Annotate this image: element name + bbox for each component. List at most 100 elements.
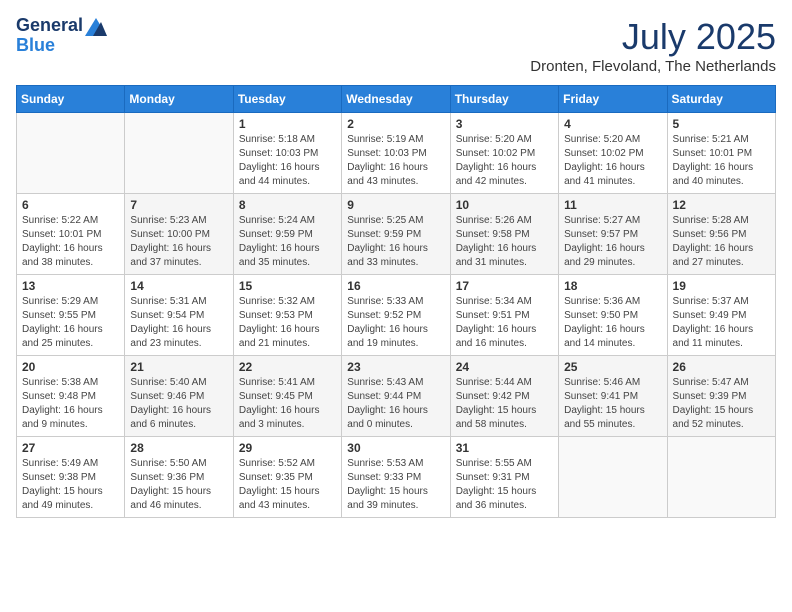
day-number: 5 <box>673 117 770 131</box>
calendar-cell: 7Sunrise: 5:23 AM Sunset: 10:00 PM Dayli… <box>125 194 233 275</box>
calendar-cell: 31Sunrise: 5:55 AM Sunset: 9:31 PM Dayli… <box>450 437 558 518</box>
calendar-cell: 16Sunrise: 5:33 AM Sunset: 9:52 PM Dayli… <box>342 275 450 356</box>
day-info: Sunrise: 5:55 AM Sunset: 9:31 PM Dayligh… <box>456 457 553 513</box>
day-info: Sunrise: 5:26 AM Sunset: 9:58 PM Dayligh… <box>456 214 553 270</box>
calendar-week-row: 13 Sunrise: 5:29 AM Sunset: 9:55 PM Dayli… <box>17 275 776 356</box>
calendar-cell: 6Sunrise: 5:22 AM Sunset: 10:01 PM Dayli… <box>17 194 125 275</box>
day-info: Sunrise: 5:23 AM Sunset: 10:00 PM Daylig… <box>130 214 227 270</box>
calendar-cell: 17Sunrise: 5:34 AM Sunset: 9:51 PM Dayli… <box>450 275 558 356</box>
day-info: Sunrise: 5:41 AM Sunset: 9:45 PM Dayligh… <box>239 376 336 432</box>
day-info: Sunrise: 5:21 AM Sunset: 10:01 PM Daylig… <box>673 133 770 189</box>
day-number: 10 <box>456 198 553 212</box>
calendar-cell: 26Sunrise: 5:47 AM Sunset: 9:39 PM Dayli… <box>667 356 775 437</box>
day-number: 20 <box>22 360 119 374</box>
weekday-header-tuesday: Tuesday <box>233 86 341 113</box>
calendar-week-row: 6Sunrise: 5:22 AM Sunset: 10:01 PM Dayli… <box>17 194 776 275</box>
day-info: Sunrise: 5:28 AM Sunset: 9:56 PM Dayligh… <box>673 214 770 270</box>
calendar-cell: 30 Sunrise: 5:53 AM Sunset: 9:33 PM Dayli… <box>342 437 450 518</box>
weekday-header-friday: Friday <box>559 86 667 113</box>
calendar-cell: 4 Sunrise: 5:20 AM Sunset: 10:02 PM Dayli… <box>559 113 667 194</box>
weekday-header-wednesday: Wednesday <box>342 86 450 113</box>
calendar-cell: 11 Sunrise: 5:27 AM Sunset: 9:57 PM Dayli… <box>559 194 667 275</box>
day-info: Sunrise: 5:46 AM Sunset: 9:41 PM Dayligh… <box>564 376 661 432</box>
logo-blue: Blue <box>16 35 55 55</box>
day-info: Sunrise: 5:32 AM Sunset: 9:53 PM Dayligh… <box>239 295 336 351</box>
day-number: 8 <box>239 198 336 212</box>
weekday-header-sunday: Sunday <box>17 86 125 113</box>
day-number: 21 <box>130 360 227 374</box>
day-number: 30 <box>347 441 444 455</box>
day-info: Sunrise: 5:24 AM Sunset: 9:59 PM Dayligh… <box>239 214 336 270</box>
calendar-cell: 1 Sunrise: 5:18 AM Sunset: 10:03 PM Dayli… <box>233 113 341 194</box>
day-number: 14 <box>130 279 227 293</box>
calendar-week-row: 20 Sunrise: 5:38 AM Sunset: 9:48 PM Dayli… <box>17 356 776 437</box>
calendar-cell: 5 Sunrise: 5:21 AM Sunset: 10:01 PM Dayli… <box>667 113 775 194</box>
day-number: 1 <box>239 117 336 131</box>
day-info: Sunrise: 5:47 AM Sunset: 9:39 PM Dayligh… <box>673 376 770 432</box>
day-info: Sunrise: 5:36 AM Sunset: 9:50 PM Dayligh… <box>564 295 661 351</box>
day-number: 3 <box>456 117 553 131</box>
day-info: Sunrise: 5:25 AM Sunset: 9:59 PM Dayligh… <box>347 214 444 270</box>
calendar-cell: 22 Sunrise: 5:41 AM Sunset: 9:45 PM Dayli… <box>233 356 341 437</box>
logo-icon <box>85 18 107 36</box>
calendar-cell: 21 Sunrise: 5:40 AM Sunset: 9:46 PM Dayli… <box>125 356 233 437</box>
calendar-cell: 28Sunrise: 5:50 AM Sunset: 9:36 PM Dayli… <box>125 437 233 518</box>
day-info: Sunrise: 5:27 AM Sunset: 9:57 PM Dayligh… <box>564 214 661 270</box>
day-info: Sunrise: 5:18 AM Sunset: 10:03 PM Daylig… <box>239 133 336 189</box>
day-number: 23 <box>347 360 444 374</box>
calendar-cell: 24Sunrise: 5:44 AM Sunset: 9:42 PM Dayli… <box>450 356 558 437</box>
day-info: Sunrise: 5:20 AM Sunset: 10:02 PM Daylig… <box>564 133 661 189</box>
calendar-cell: 13 Sunrise: 5:29 AM Sunset: 9:55 PM Dayli… <box>17 275 125 356</box>
day-info: Sunrise: 5:53 AM Sunset: 9:33 PM Dayligh… <box>347 457 444 513</box>
calendar-cell: 20 Sunrise: 5:38 AM Sunset: 9:48 PM Dayli… <box>17 356 125 437</box>
page-header: General Blue July 2025 Dronten, Flevolan… <box>16 16 776 75</box>
calendar-cell: 14 Sunrise: 5:31 AM Sunset: 9:54 PM Dayli… <box>125 275 233 356</box>
calendar-cell: 18 Sunrise: 5:36 AM Sunset: 9:50 PM Dayli… <box>559 275 667 356</box>
day-info: Sunrise: 5:50 AM Sunset: 9:36 PM Dayligh… <box>130 457 227 513</box>
calendar-cell <box>559 437 667 518</box>
weekday-header-thursday: Thursday <box>450 86 558 113</box>
day-number: 11 <box>564 198 661 212</box>
day-number: 15 <box>239 279 336 293</box>
calendar-cell: 15 Sunrise: 5:32 AM Sunset: 9:53 PM Dayli… <box>233 275 341 356</box>
calendar-cell: 12 Sunrise: 5:28 AM Sunset: 9:56 PM Dayli… <box>667 194 775 275</box>
weekday-header-row: SundayMondayTuesdayWednesdayThursdayFrid… <box>17 86 776 113</box>
calendar-week-row: 27Sunrise: 5:49 AM Sunset: 9:38 PM Dayli… <box>17 437 776 518</box>
day-number: 24 <box>456 360 553 374</box>
day-number: 13 <box>22 279 119 293</box>
day-number: 29 <box>239 441 336 455</box>
logo: General Blue <box>16 16 107 56</box>
calendar-table: SundayMondayTuesdayWednesdayThursdayFrid… <box>16 85 776 518</box>
day-info: Sunrise: 5:43 AM Sunset: 9:44 PM Dayligh… <box>347 376 444 432</box>
calendar-cell <box>17 113 125 194</box>
calendar-cell: 3 Sunrise: 5:20 AM Sunset: 10:02 PM Dayli… <box>450 113 558 194</box>
day-info: Sunrise: 5:33 AM Sunset: 9:52 PM Dayligh… <box>347 295 444 351</box>
calendar-cell: 29Sunrise: 5:52 AM Sunset: 9:35 PM Dayli… <box>233 437 341 518</box>
day-number: 19 <box>673 279 770 293</box>
day-info: Sunrise: 5:34 AM Sunset: 9:51 PM Dayligh… <box>456 295 553 351</box>
day-info: Sunrise: 5:20 AM Sunset: 10:02 PM Daylig… <box>456 133 553 189</box>
day-number: 22 <box>239 360 336 374</box>
calendar-cell: 10 Sunrise: 5:26 AM Sunset: 9:58 PM Dayli… <box>450 194 558 275</box>
day-info: Sunrise: 5:38 AM Sunset: 9:48 PM Dayligh… <box>22 376 119 432</box>
calendar-cell: 2Sunrise: 5:19 AM Sunset: 10:03 PM Dayli… <box>342 113 450 194</box>
calendar-cell: 27Sunrise: 5:49 AM Sunset: 9:38 PM Dayli… <box>17 437 125 518</box>
weekday-header-saturday: Saturday <box>667 86 775 113</box>
calendar-cell: 9 Sunrise: 5:25 AM Sunset: 9:59 PM Daylig… <box>342 194 450 275</box>
day-info: Sunrise: 5:40 AM Sunset: 9:46 PM Dayligh… <box>130 376 227 432</box>
day-number: 12 <box>673 198 770 212</box>
day-number: 4 <box>564 117 661 131</box>
calendar-cell <box>125 113 233 194</box>
day-info: Sunrise: 5:19 AM Sunset: 10:03 PM Daylig… <box>347 133 444 189</box>
day-info: Sunrise: 5:31 AM Sunset: 9:54 PM Dayligh… <box>130 295 227 351</box>
day-info: Sunrise: 5:29 AM Sunset: 9:55 PM Dayligh… <box>22 295 119 351</box>
day-info: Sunrise: 5:49 AM Sunset: 9:38 PM Dayligh… <box>22 457 119 513</box>
weekday-header-monday: Monday <box>125 86 233 113</box>
calendar-cell <box>667 437 775 518</box>
calendar-cell: 8 Sunrise: 5:24 AM Sunset: 9:59 PM Daylig… <box>233 194 341 275</box>
day-number: 18 <box>564 279 661 293</box>
calendar-cell: 23 Sunrise: 5:43 AM Sunset: 9:44 PM Dayli… <box>342 356 450 437</box>
calendar-cell: 25Sunrise: 5:46 AM Sunset: 9:41 PM Dayli… <box>559 356 667 437</box>
day-number: 9 <box>347 198 444 212</box>
day-info: Sunrise: 5:22 AM Sunset: 10:01 PM Daylig… <box>22 214 119 270</box>
